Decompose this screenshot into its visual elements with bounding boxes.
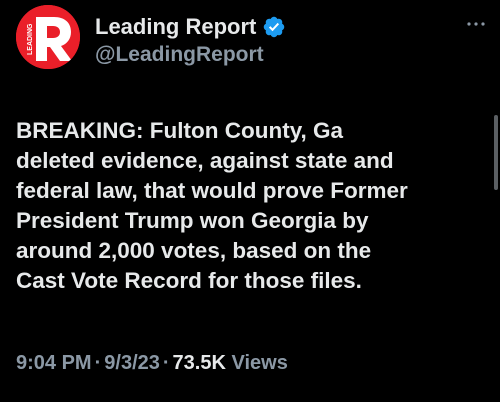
leading-report-logo-icon: LEADING: [16, 5, 80, 69]
meta-separator: ·: [94, 352, 102, 374]
verified-badge-icon[interactable]: [262, 15, 286, 39]
tweet-meta: 9:04 PM · 9/3/23 · 73.5K Views: [16, 352, 288, 375]
tweet-time[interactable]: 9:04 PM: [16, 352, 92, 374]
scrollbar[interactable]: [494, 115, 498, 190]
tweet-date[interactable]: 9/3/23: [104, 352, 160, 374]
author-handle[interactable]: @LeadingReport: [95, 43, 264, 67]
more-horizontal-icon[interactable]: [464, 12, 488, 36]
views-label[interactable]: Views: [231, 352, 287, 374]
author-display-name[interactable]: Leading Report: [95, 14, 256, 40]
tweet-text: BREAKING: Fulton County, Ga deleted evid…: [16, 118, 408, 293]
author-name-row[interactable]: Leading Report: [95, 14, 286, 40]
avatar[interactable]: LEADING: [16, 5, 80, 69]
avatar-text: LEADING: [27, 23, 34, 55]
views-count[interactable]: 73.5K: [173, 352, 226, 374]
tweet-card: LEADING Leading Report @LeadingReport BR…: [0, 0, 500, 402]
meta-separator: ·: [162, 352, 170, 374]
